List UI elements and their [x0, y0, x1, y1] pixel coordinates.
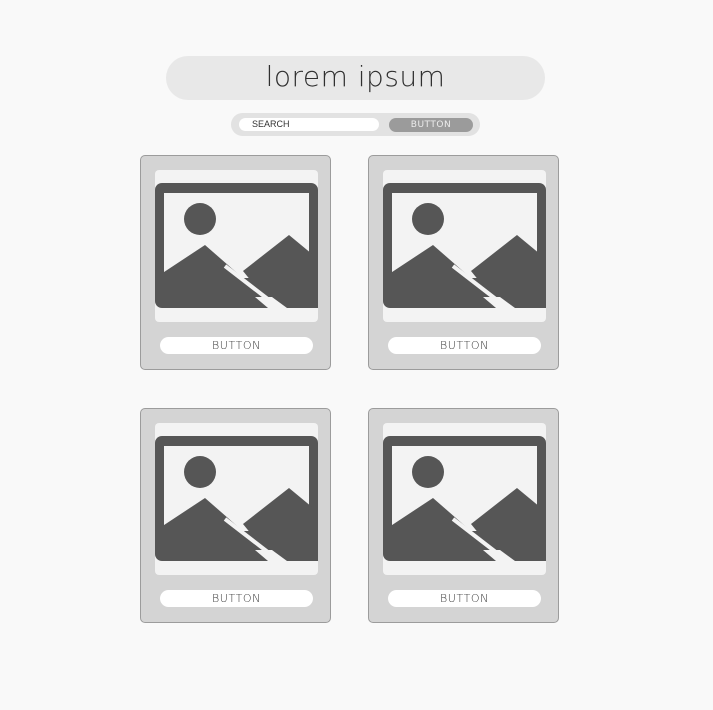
- search-button[interactable]: BUTTON: [389, 118, 473, 132]
- image-frame: [155, 423, 318, 575]
- title-bar: lorem ipsum: [166, 56, 545, 100]
- search-input[interactable]: SEARCH: [239, 118, 379, 131]
- image-placeholder-icon: [383, 436, 546, 561]
- image-card: BUTTON: [140, 408, 331, 623]
- image-frame: [155, 170, 318, 322]
- image-card: BUTTON: [368, 155, 559, 370]
- image-card: BUTTON: [140, 155, 331, 370]
- image-placeholder-icon: [155, 183, 318, 308]
- image-frame: [383, 423, 546, 575]
- image-frame: [383, 170, 546, 322]
- image-placeholder-icon: [383, 183, 546, 308]
- card-button[interactable]: BUTTON: [160, 590, 313, 607]
- image-card: BUTTON: [368, 408, 559, 623]
- image-placeholder-icon: [155, 436, 318, 561]
- page-title: lorem ipsum: [265, 60, 446, 93]
- card-button[interactable]: BUTTON: [388, 590, 541, 607]
- card-button[interactable]: BUTTON: [160, 337, 313, 354]
- card-button[interactable]: BUTTON: [388, 337, 541, 354]
- search-bar: SEARCH BUTTON: [231, 113, 480, 136]
